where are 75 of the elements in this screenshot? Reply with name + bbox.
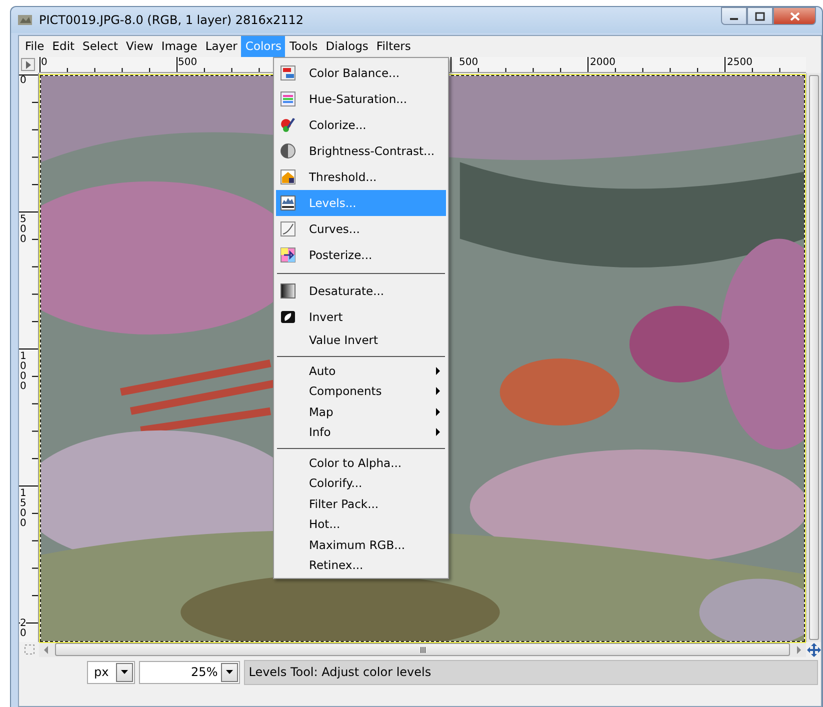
- grip-icon: [420, 646, 426, 654]
- menu-item[interactable]: Dialogs: [322, 36, 372, 57]
- close-icon: [790, 12, 800, 20]
- menu-item[interactable]: Color to Alpha...: [276, 452, 446, 473]
- menu-item[interactable]: Filter Pack...: [276, 494, 446, 514]
- submenu-arrow-icon: [436, 366, 440, 375]
- horizontal-scrollbar[interactable]: [39, 642, 806, 657]
- menu-item[interactable]: Retinex...: [276, 555, 446, 576]
- window-title: PICT0019.JPG-8.0 (RGB, 1 layer) 2816x2112: [39, 13, 305, 27]
- menu-item[interactable]: Invert: [276, 304, 446, 330]
- submenu-arrow-icon: [436, 408, 440, 416]
- ruler-label: 1500: [20, 489, 26, 529]
- ruler-label: 1000: [20, 352, 26, 392]
- triangle-icon: [24, 60, 32, 68]
- menu-item[interactable]: View: [122, 36, 158, 57]
- menu-item[interactable]: Desaturate...: [276, 278, 446, 304]
- grayscale-icon: [280, 283, 296, 299]
- ruler-label: 500: [20, 215, 26, 245]
- menu-item[interactable]: Map: [276, 402, 446, 422]
- app-icon: [17, 12, 33, 28]
- maximize-button[interactable]: [747, 7, 773, 25]
- menu-item[interactable]: Colorize...: [276, 112, 446, 138]
- ruler-label: 2000: [590, 57, 616, 68]
- ruler-label: 500: [178, 57, 198, 68]
- inverted-shape-icon: [280, 309, 296, 325]
- gradient-icon: [280, 91, 296, 107]
- threshold-icon: [280, 169, 296, 185]
- sliders-icon: [280, 65, 296, 81]
- ruler-label: 20: [20, 619, 26, 639]
- menu-item[interactable]: Image: [157, 36, 202, 57]
- menu-item[interactable]: Edit: [48, 36, 79, 57]
- menu-item[interactable]: Tools: [285, 36, 322, 57]
- left-arrow-icon: [44, 646, 48, 654]
- zoom-dropdown[interactable]: 25%: [138, 660, 240, 684]
- unit-dropdown[interactable]: px: [87, 660, 135, 684]
- maximize-icon: [755, 12, 765, 20]
- ruler-label: 2500: [727, 57, 752, 68]
- status-message: Levels Tool: Adjust color levels: [244, 660, 818, 684]
- posterize-icon: [280, 247, 296, 263]
- menu-item[interactable]: Color Balance...: [276, 60, 446, 86]
- move-icon: [806, 642, 820, 656]
- menu-item[interactable]: Info: [276, 422, 446, 442]
- menu-item[interactable]: Layer: [201, 36, 242, 57]
- submenu-arrow-icon: [436, 387, 440, 396]
- ruler-label: 0: [41, 57, 48, 68]
- curve-icon: [280, 221, 296, 237]
- menu-item[interactable]: Value Invert: [276, 330, 446, 350]
- menu-item[interactable]: Auto: [276, 360, 446, 381]
- menu-item[interactable]: Maximum RGB...: [276, 534, 446, 555]
- menu-item[interactable]: Curves...: [276, 216, 446, 242]
- menu-item[interactable]: Threshold...: [276, 164, 446, 190]
- menu-item[interactable]: Components: [276, 381, 446, 402]
- close-button[interactable]: [773, 7, 816, 25]
- menu-item[interactable]: Hue-Saturation...: [276, 86, 446, 112]
- menu-item[interactable]: Hot...: [276, 514, 446, 534]
- menu-item[interactable]: Colorify...: [276, 473, 446, 494]
- palette-icon: [280, 117, 296, 133]
- contrast-icon: [280, 143, 296, 159]
- menu-item[interactable]: File: [21, 36, 48, 57]
- minimize-button[interactable]: [721, 7, 747, 25]
- submenu-arrow-icon: [436, 428, 440, 436]
- menu-item[interactable]: Select: [78, 36, 122, 57]
- dropdown-arrow-icon: [120, 670, 128, 674]
- selection-icon: [24, 644, 34, 655]
- menu-item[interactable]: Brightness-Contrast...: [276, 138, 446, 164]
- ruler-label: 500: [459, 57, 478, 68]
- vertical-scrollbar[interactable]: [806, 73, 821, 642]
- dropdown-arrow-icon: [226, 670, 233, 674]
- minimize-icon: [730, 18, 738, 20]
- menu-item[interactable]: Posterize...: [276, 242, 446, 268]
- menu-item[interactable]: Filters: [372, 36, 415, 57]
- histogram-icon: [280, 195, 296, 211]
- ruler-label: 0: [20, 76, 26, 86]
- right-arrow-icon: [797, 646, 801, 654]
- quick-mask-toggle[interactable]: [21, 58, 35, 71]
